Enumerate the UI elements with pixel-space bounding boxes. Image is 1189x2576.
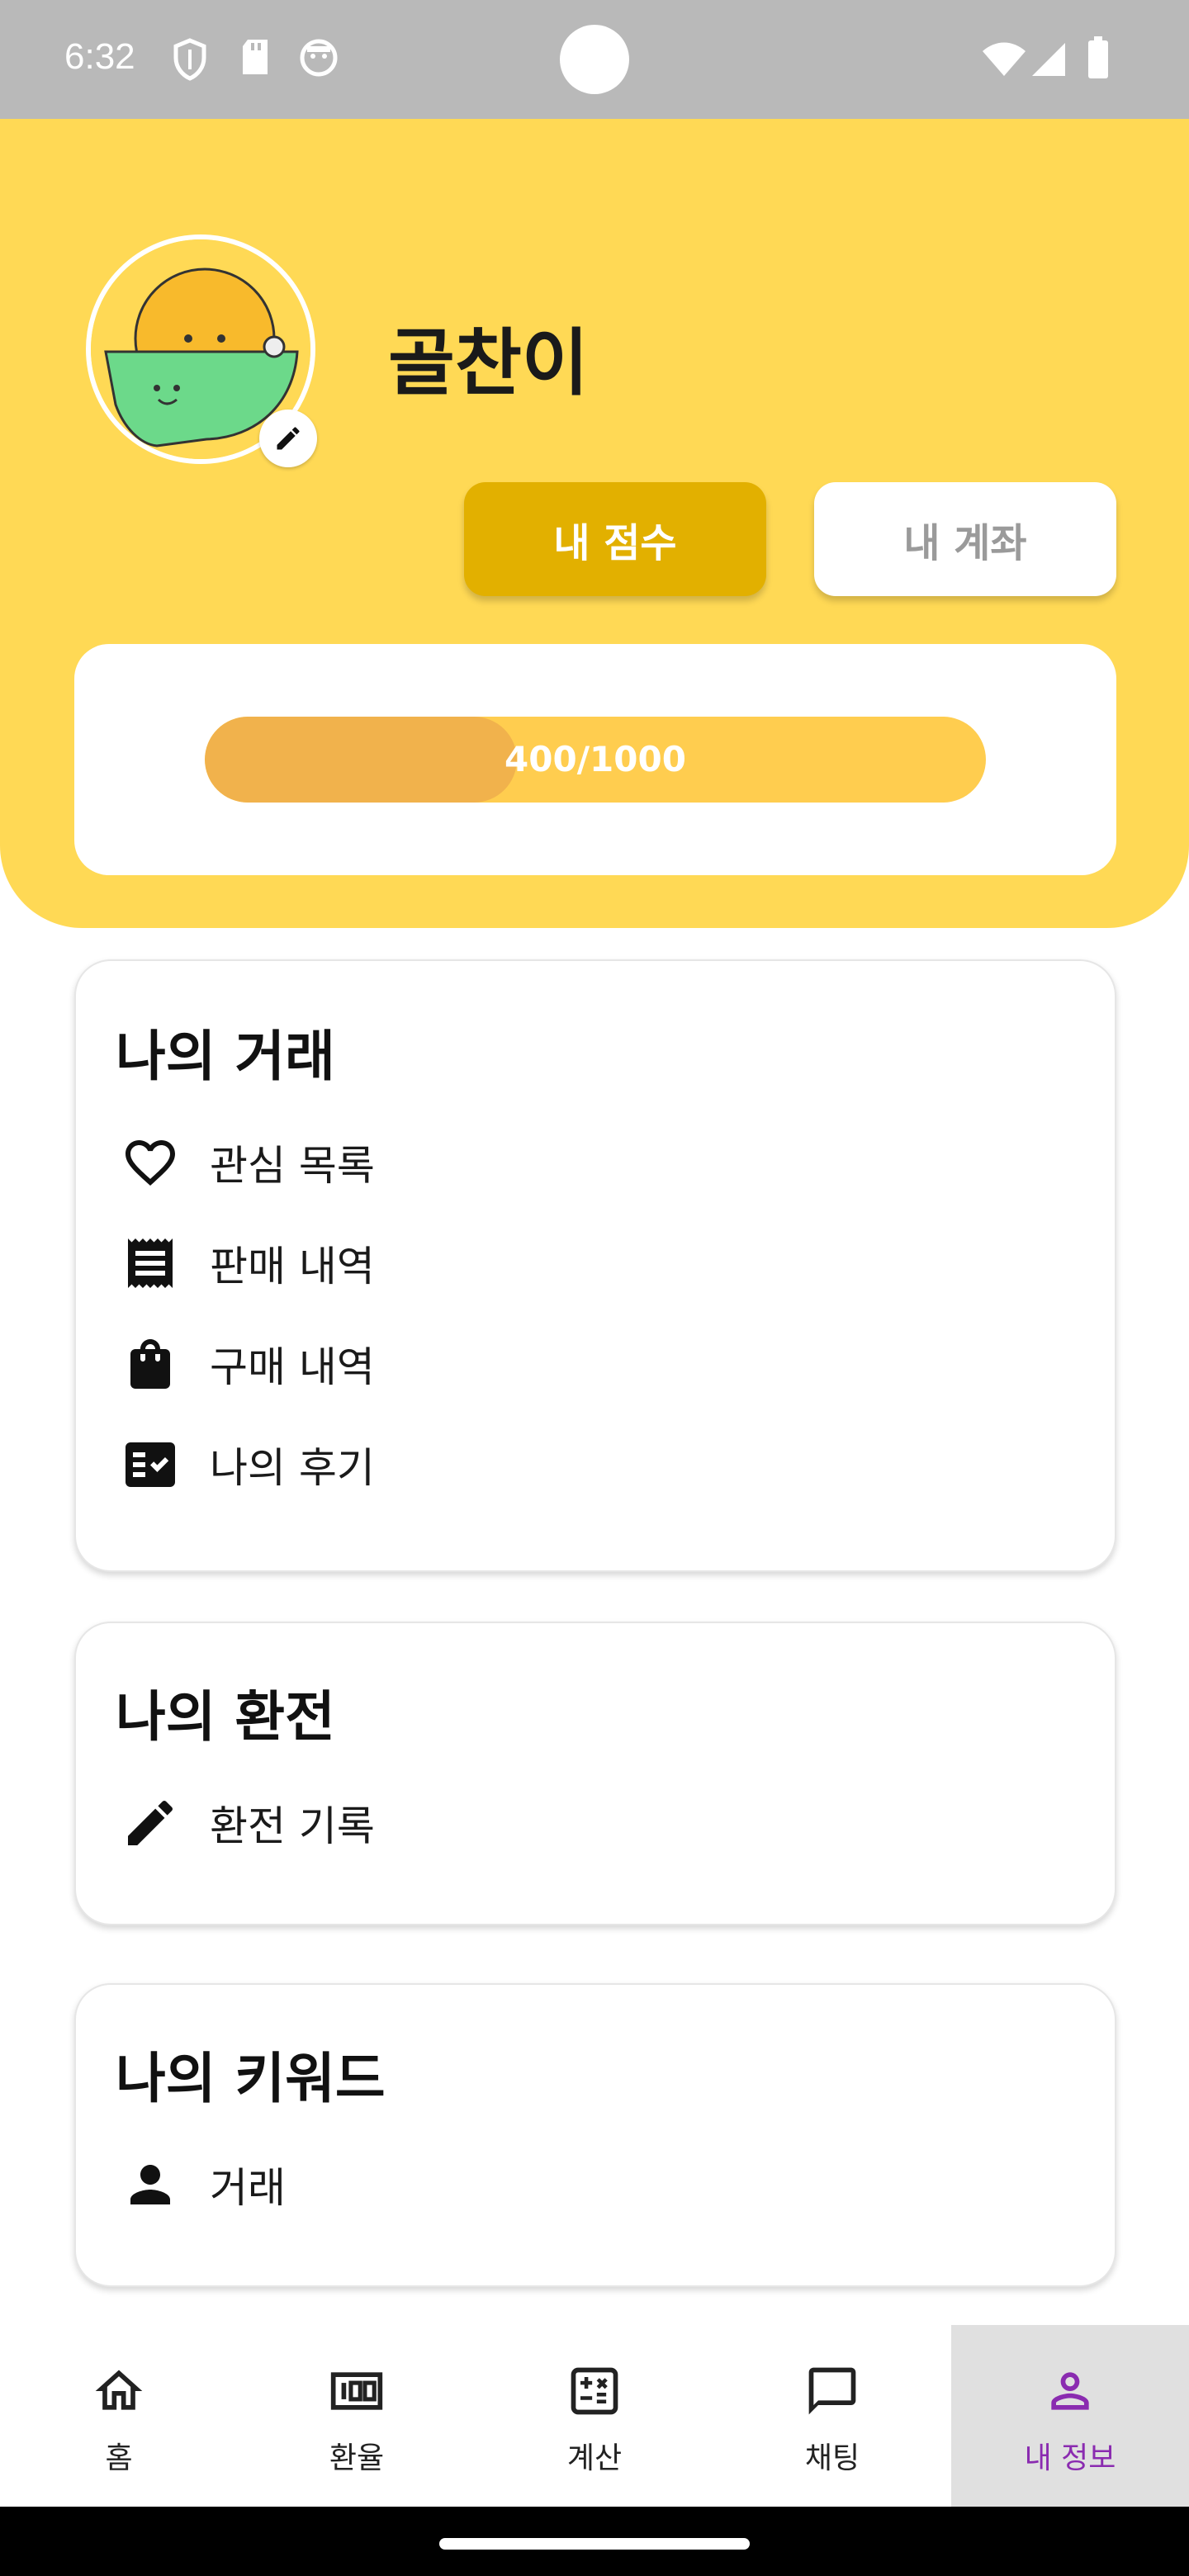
score-progress-bar: 400/1000 — [205, 717, 986, 803]
my-trades-title: 나의 거래 — [116, 1025, 335, 1088]
menu-item-label: 판매 내역 — [210, 1243, 375, 1290]
my-exchange-title: 나의 환전 — [116, 1685, 335, 1749]
menu-item-label: 환전 기록 — [210, 1802, 375, 1850]
menu-item-purchase-history[interactable]: 구매 내역 — [116, 1323, 1024, 1405]
pencil-icon — [116, 1788, 185, 1858]
sd-card-icon — [239, 38, 271, 79]
nav-calculator[interactable]: 계산 — [476, 2325, 713, 2507]
menu-item-label: 구매 내역 — [210, 1343, 375, 1391]
person-outline-icon — [1040, 2361, 1100, 2421]
my-score-button[interactable]: 내 점수 — [464, 482, 766, 596]
my-account-button[interactable]: 내 계좌 — [814, 482, 1116, 596]
face-icon — [299, 38, 339, 81]
chat-icon — [803, 2361, 862, 2421]
menu-item-keyword-trade[interactable]: 거래 — [116, 2143, 1024, 2226]
review-checklist-icon — [116, 1430, 185, 1499]
battery-icon — [1087, 36, 1110, 83]
menu-item-label: 나의 후기 — [210, 1444, 375, 1492]
nav-chat[interactable]: 채팅 — [713, 2325, 951, 2507]
menu-item-label: 관심 목록 — [210, 1142, 375, 1190]
exchange-rate-icon — [327, 2361, 386, 2421]
camera-cutout — [560, 25, 629, 94]
shopping-bag-icon — [116, 1329, 185, 1399]
my-trades-card: 나의 거래 관심 목록 판매 내역 구매 내역 나의 후기 — [74, 959, 1116, 1572]
nav-home[interactable]: 홈 — [0, 2325, 238, 2507]
my-keywords-card: 나의 키워드 거래 — [74, 1983, 1116, 2287]
nav-label: 계산 — [566, 2441, 623, 2475]
receipt-icon — [116, 1229, 185, 1298]
nav-label: 환율 — [329, 2441, 385, 2475]
home-icon — [89, 2361, 149, 2421]
menu-item-label: 거래 — [210, 2164, 286, 2212]
nav-my-info[interactable]: 내 정보 — [951, 2325, 1189, 2507]
wifi-icon — [981, 41, 1027, 81]
profile-header: 골찬이 내 점수 내 계좌 400/1000 — [0, 119, 1189, 928]
nav-label: 내 정보 — [1024, 2441, 1116, 2475]
nav-exchange-rate[interactable]: 환율 — [238, 2325, 476, 2507]
score-progress-label: 400/1000 — [504, 739, 686, 779]
score-card: 400/1000 — [74, 644, 1116, 875]
bottom-navigation: 홈 환율 계산 채팅 내 정보 — [0, 2325, 1189, 2507]
calculator-icon — [565, 2361, 624, 2421]
signal-icon — [1030, 41, 1067, 81]
menu-item-exchange-records[interactable]: 환전 기록 — [116, 1782, 1024, 1864]
my-keywords-title: 나의 키워드 — [116, 2047, 386, 2110]
shield-icon — [172, 38, 208, 84]
heart-icon — [116, 1128, 185, 1197]
my-exchange-card: 나의 환전 환전 기록 — [74, 1622, 1116, 1925]
menu-item-wishlist[interactable]: 관심 목록 — [116, 1121, 1024, 1204]
status-time: 6:32 — [64, 36, 135, 77]
status-bar: 6:32 — [0, 0, 1189, 119]
menu-item-sales-history[interactable]: 판매 내역 — [116, 1222, 1024, 1305]
username: 골찬이 — [388, 320, 589, 405]
edit-avatar-button[interactable] — [259, 410, 317, 467]
nav-label: 홈 — [105, 2441, 133, 2475]
pencil-icon — [277, 427, 300, 450]
home-gesture-handle[interactable] — [439, 2538, 750, 2550]
nav-label: 채팅 — [804, 2441, 860, 2475]
person-icon — [116, 2150, 185, 2219]
menu-item-my-reviews[interactable]: 나의 후기 — [116, 1423, 1024, 1506]
